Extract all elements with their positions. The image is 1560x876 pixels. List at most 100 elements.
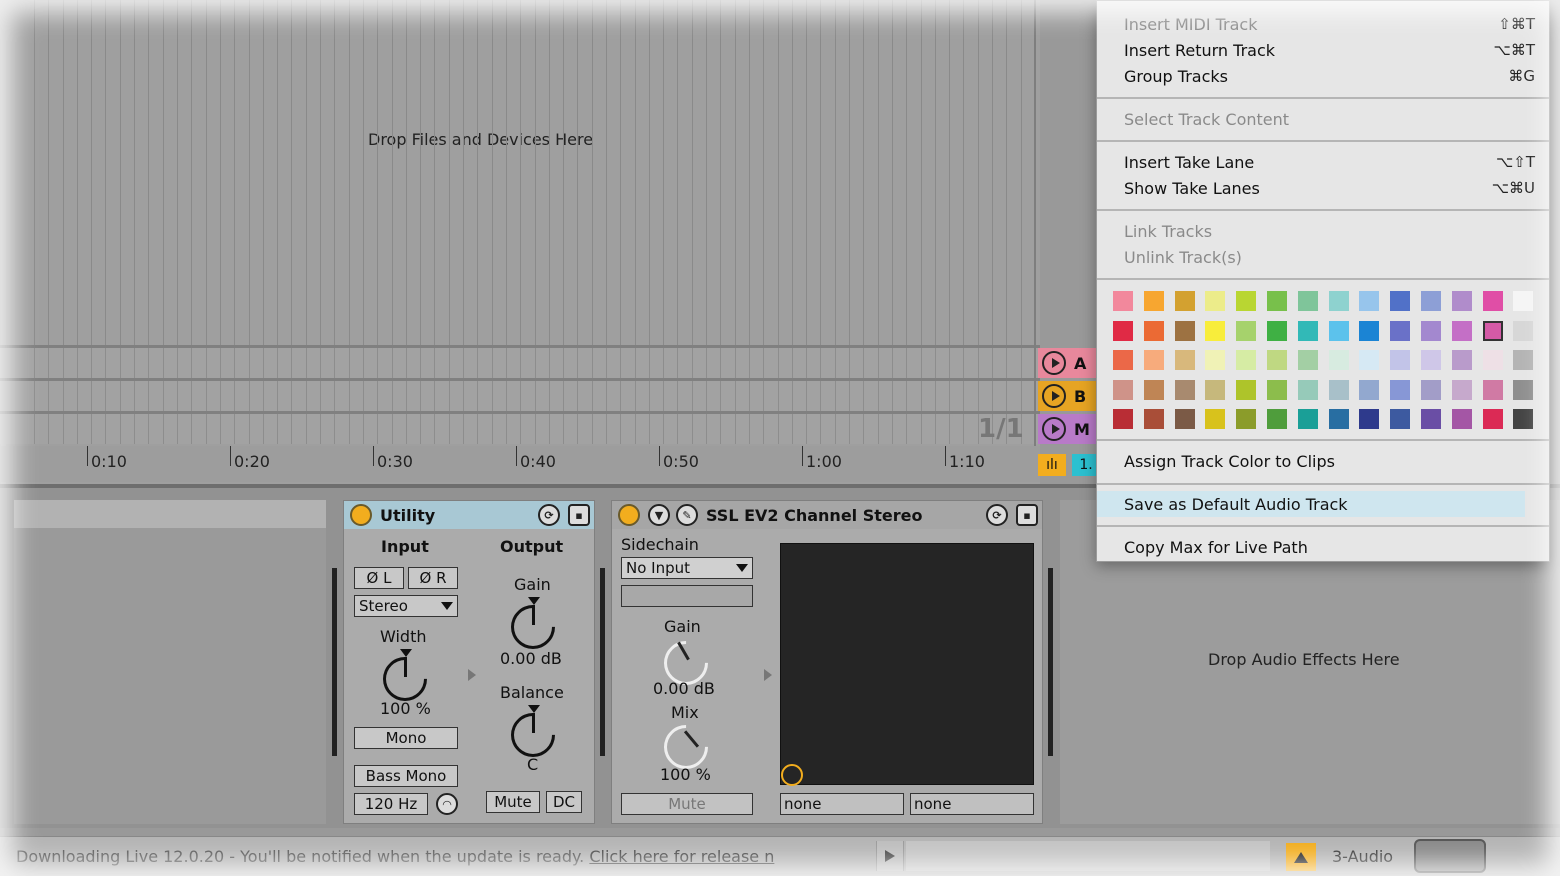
color-swatch[interactable] (1482, 320, 1503, 341)
color-swatch[interactable] (1236, 320, 1257, 341)
ssl-mute-button[interactable]: Mute (621, 793, 753, 815)
color-swatch[interactable] (1297, 291, 1318, 311)
color-swatch[interactable] (1421, 409, 1441, 429)
utility-title-bar[interactable]: Utility ⟳ ▪ (344, 501, 594, 529)
menu-item-assign-track-color-to-clips[interactable]: Assign Track Color to Clips (1097, 448, 1549, 474)
warning-icon[interactable] (1286, 843, 1316, 871)
master-track-lane[interactable] (0, 411, 1040, 444)
color-swatch[interactable] (1513, 409, 1534, 429)
color-swatch[interactable] (1421, 350, 1441, 370)
hot-swap-icon[interactable]: ⟳ (538, 504, 560, 526)
color-swatch[interactable] (1421, 291, 1441, 311)
color-swatch[interactable] (1267, 291, 1287, 311)
color-swatch[interactable] (1482, 379, 1503, 400)
color-swatch[interactable] (1205, 291, 1226, 311)
color-swatch[interactable] (1390, 350, 1411, 370)
color-swatch[interactable] (1205, 320, 1226, 341)
color-swatch[interactable] (1267, 320, 1287, 341)
return-track-a-header[interactable]: A (1038, 348, 1098, 378)
color-swatch[interactable] (1143, 379, 1164, 400)
color-swatch[interactable] (1174, 379, 1195, 400)
color-swatch[interactable] (1359, 291, 1380, 311)
color-swatch[interactable] (1359, 409, 1380, 429)
color-swatch[interactable] (1451, 409, 1472, 429)
play-icon[interactable] (1042, 351, 1066, 375)
color-swatch[interactable] (1236, 409, 1257, 429)
color-swatch[interactable] (1359, 379, 1380, 400)
menu-item-link-tracks[interactable]: Link Tracks (1097, 218, 1549, 244)
color-swatch[interactable] (1113, 350, 1133, 370)
color-swatch[interactable] (1451, 291, 1472, 311)
color-swatch[interactable] (1451, 379, 1472, 400)
chevron-down-icon[interactable]: ▼ (648, 504, 670, 526)
dc-button[interactable]: DC (546, 791, 582, 813)
time-ruler[interactable]: 0:10 0:20 0:30 0:40 0:50 1:00 1:10 (0, 446, 1040, 482)
color-swatch[interactable] (1451, 350, 1472, 370)
hot-swap-icon[interactable]: ⟳ (986, 504, 1008, 526)
color-swatch[interactable] (1113, 409, 1133, 429)
color-swatch[interactable] (1328, 409, 1349, 429)
save-preset-icon[interactable]: ▪ (1016, 504, 1038, 526)
color-swatch[interactable] (1328, 379, 1349, 400)
waveform-icon[interactable]: ılı (1038, 454, 1066, 476)
param-left-select[interactable]: none (780, 793, 904, 815)
master-track-header[interactable]: M (1038, 414, 1098, 444)
play-icon[interactable] (1042, 384, 1066, 408)
color-swatch[interactable] (1482, 350, 1503, 370)
color-swatch[interactable] (1359, 320, 1380, 341)
color-swatch[interactable] (1174, 350, 1195, 370)
device-on-icon[interactable] (350, 504, 372, 526)
color-swatch[interactable] (1482, 409, 1503, 429)
color-swatch[interactable] (1359, 350, 1380, 370)
phase-right-button[interactable]: Ø R (408, 567, 458, 589)
color-swatch[interactable] (1390, 320, 1411, 341)
mute-button[interactable]: Mute (486, 791, 540, 813)
param-right-select[interactable]: none (910, 793, 1034, 815)
save-preset-icon[interactable]: ▪ (568, 504, 590, 526)
color-swatch[interactable] (1328, 291, 1349, 311)
channel-mode-select[interactable]: Stereo (354, 595, 458, 617)
color-swatch[interactable] (1236, 291, 1257, 311)
color-swatch[interactable] (1513, 350, 1534, 370)
color-swatch[interactable] (1267, 379, 1287, 400)
color-swatch[interactable] (1390, 291, 1411, 311)
color-swatch[interactable] (1390, 409, 1411, 429)
color-swatch[interactable] (1143, 320, 1164, 341)
color-swatch[interactable] (1236, 350, 1257, 370)
ssl-ev2-device[interactable]: ▼ ✎ SSL EV2 Channel Stereo ⟳ ▪ Sidechain… (611, 500, 1043, 824)
sidechain-select[interactable]: No Input (621, 557, 753, 579)
color-swatch[interactable] (1328, 320, 1349, 341)
color-swatch[interactable] (1205, 409, 1226, 429)
menu-item-insert-take-lane[interactable]: Insert Take Lane ⌥⇧T (1097, 149, 1549, 175)
ssl-title-bar[interactable]: ▼ ✎ SSL EV2 Channel Stereo ⟳ ▪ (612, 501, 1042, 529)
color-swatch[interactable] (1174, 320, 1195, 341)
mono-button[interactable]: Mono (354, 727, 458, 749)
color-swatch[interactable] (1267, 409, 1287, 429)
color-swatch[interactable] (1297, 320, 1318, 341)
menu-item-insert-midi-track[interactable]: Insert MIDI Track ⇧⌘T (1097, 11, 1549, 37)
color-swatch[interactable] (1297, 379, 1318, 400)
device-on-icon[interactable] (618, 504, 640, 526)
color-swatch[interactable] (1297, 350, 1318, 370)
utility-device[interactable]: Utility ⟳ ▪ Input Output Ø L Ø R Stereo … (343, 500, 595, 824)
color-swatch[interactable] (1113, 379, 1133, 400)
ssl-plugin-display[interactable] (780, 543, 1034, 786)
menu-item-group-tracks[interactable]: Group Tracks ⌘G (1097, 63, 1549, 89)
bass-mono-button[interactable]: Bass Mono (354, 765, 458, 787)
color-swatch[interactable] (1174, 291, 1195, 311)
sidechain-channel-select[interactable] (621, 585, 753, 607)
color-swatch[interactable] (1513, 379, 1534, 400)
menu-item-save-as-default-audio-track[interactable]: Save as Default Audio Track (1097, 491, 1525, 517)
color-swatch[interactable] (1143, 350, 1164, 370)
color-swatch[interactable] (1421, 320, 1441, 341)
color-swatch[interactable] (1390, 379, 1411, 400)
menu-item-select-track-content[interactable]: Select Track Content (1097, 106, 1549, 132)
bass-freq-field[interactable]: 120 Hz (354, 793, 428, 815)
return-track-lane-a[interactable] (0, 345, 1040, 378)
wrench-icon[interactable]: ✎ (676, 504, 698, 526)
color-swatch[interactable] (1113, 291, 1133, 311)
color-swatch[interactable] (1328, 350, 1349, 370)
color-swatch[interactable] (1205, 379, 1226, 400)
phase-left-button[interactable]: Ø L (354, 567, 404, 589)
return-track-b-header[interactable]: B (1038, 381, 1098, 411)
